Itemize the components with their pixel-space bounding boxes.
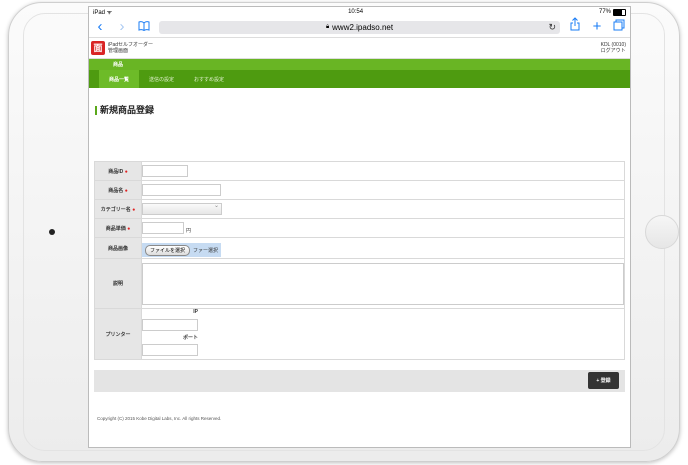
image-label: 商品画像 (94, 237, 142, 259)
url-text: www2.ipadso.net (332, 22, 394, 32)
form-row-price: 商品単価 ● 円 (94, 218, 625, 238)
file-picker: ファイルを選択 ファー選択 (142, 243, 222, 258)
nav-item-products[interactable]: 商品 (113, 61, 123, 68)
brand-text: iPadセルフオーダー 管理画面 (108, 42, 153, 54)
logout-link[interactable]: ログアウト (601, 48, 626, 54)
tabs-icon[interactable] (612, 17, 626, 37)
label-cell: 商品名 ● (94, 180, 142, 200)
value-cell: ファイルを選択 ファー選択 (141, 237, 625, 259)
front-camera (49, 229, 55, 235)
printer-label: プリンター (94, 308, 142, 360)
product-id-label: 商品ID (108, 168, 124, 175)
printer-ip-label: IP (193, 309, 198, 315)
new-tab-icon[interactable]: + (590, 17, 604, 37)
file-status: ファー選択 (193, 247, 219, 254)
product-form: 商品ID ● 商品名 ● カテゴリー名 ● 商品単価 ● 円 商品画像 ファイル… (94, 161, 625, 360)
product-name-input[interactable] (142, 183, 221, 196)
restaurant-logo: 面 (91, 41, 105, 55)
required-mark: ● (127, 225, 131, 232)
form-row-image: 商品画像 ファイルを選択 ファー選択 (94, 237, 625, 259)
home-button[interactable] (645, 215, 679, 249)
required-mark: ● (132, 206, 136, 213)
clock: 10:54 (348, 9, 364, 15)
ipad-frame: iPad ᯤ 10:54 77% ‹ › 🔒︎ www2.ipadso.net … (8, 2, 680, 462)
brand[interactable]: 面 iPadセルフオーダー 管理画面 (91, 41, 153, 55)
address-bar[interactable]: 🔒︎ www2.ipadso.net ↻ (159, 20, 560, 34)
required-mark: ● (124, 187, 128, 194)
price-input[interactable] (142, 221, 184, 234)
copyright-text: Copyright (C) 2015 Kobe Digital Labs, In… (97, 416, 222, 421)
main-nav: 商品 (89, 59, 630, 70)
page-title: 新規商品登録 (95, 106, 630, 115)
form-row-category: カテゴリー名 ● (94, 199, 625, 219)
tab-send-settings[interactable]: 送信の設定 (139, 70, 184, 88)
value-cell (141, 199, 625, 219)
printer-port-label: ポート (182, 335, 198, 341)
value-cell: IP ポート (141, 308, 625, 360)
form-row-product-name: 商品名 ● (94, 180, 625, 200)
battery-percent: 77% (598, 9, 611, 15)
browser-toolbar: ‹ › 🔒︎ www2.ipadso.net ↻ + (89, 17, 630, 37)
tab-recommend-settings[interactable]: おすすめ設定 (184, 70, 234, 88)
category-label: カテゴリー名 (100, 206, 131, 213)
label-cell: カテゴリー名 ● (94, 199, 142, 219)
status-bar: iPad ᯤ 10:54 77% (89, 7, 630, 17)
label-cell: 商品単価 ● (94, 218, 142, 238)
form-row-product-id: 商品ID ● (94, 161, 625, 181)
register-button[interactable]: + 登録 (588, 372, 619, 389)
value-cell: 円 (141, 218, 625, 238)
description-textarea[interactable] (142, 262, 624, 305)
battery-indicator: 77% (598, 8, 626, 16)
device-label: iPad ᯤ (93, 10, 113, 16)
required-mark: ● (124, 168, 128, 175)
sub-nav: 商品一覧 送信の設定 おすすめ設定 (89, 70, 630, 88)
value-cell (141, 180, 625, 200)
form-row-printer: プリンター IP ポート (94, 308, 625, 360)
category-select[interactable] (142, 202, 222, 215)
value-cell (141, 161, 625, 181)
tab-product-list[interactable]: 商品一覧 (99, 70, 140, 88)
forward-icon[interactable]: › (115, 17, 129, 37)
battery-icon (613, 8, 626, 16)
printer-ip-input[interactable] (142, 318, 198, 331)
label-cell: 商品ID ● (94, 161, 142, 181)
printer-port-input[interactable] (142, 343, 198, 356)
brand-line2: 管理画面 (108, 48, 129, 54)
ipad-screen: iPad ᯤ 10:54 77% ‹ › 🔒︎ www2.ipadso.net … (88, 6, 631, 448)
choose-file-button[interactable]: ファイルを選択 (145, 244, 191, 256)
lock-icon: 🔒︎ (325, 23, 330, 30)
reload-icon[interactable]: ↻ (548, 21, 556, 34)
share-icon[interactable] (568, 17, 582, 37)
plus-icon: + (596, 377, 600, 384)
bookmarks-icon[interactable] (137, 17, 151, 37)
form-row-description: 説明 (94, 258, 625, 309)
description-label: 説明 (94, 258, 142, 309)
product-name-label: 商品名 (108, 187, 124, 194)
user-info: KDL (0010) ログアウト (601, 42, 628, 54)
product-id-input[interactable] (142, 164, 188, 177)
back-icon[interactable]: ‹ (93, 17, 107, 37)
value-cell (141, 258, 625, 309)
action-bar: + 登録 (94, 370, 625, 392)
price-unit: 円 (186, 228, 192, 234)
price-label: 商品単価 (105, 225, 126, 232)
register-label: 登録 (600, 378, 611, 384)
printer-fields: IP ポート (142, 309, 198, 359)
site-header: 面 iPadセルフオーダー 管理画面 KDL (0010) ログアウト (89, 37, 630, 59)
